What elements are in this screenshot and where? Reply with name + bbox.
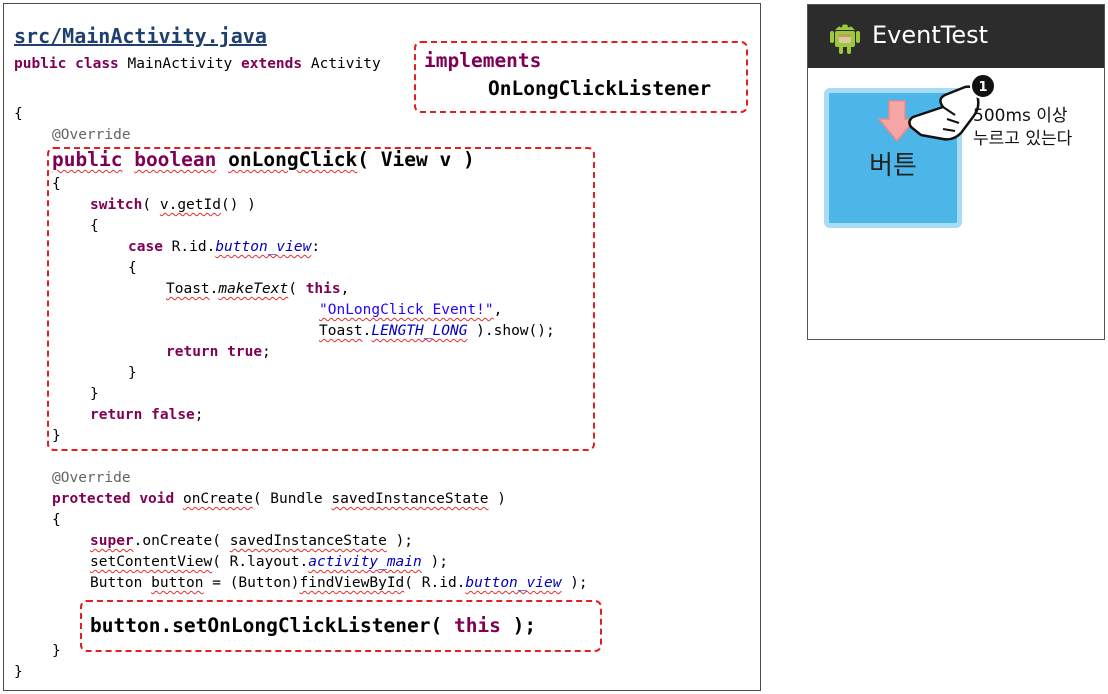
method-close-brace: }: [52, 428, 61, 444]
long-press-note: 500ms 이상 누르고 있는다: [973, 106, 1073, 149]
toast-call-line1: Toast.makeText( this,: [166, 281, 350, 297]
app-title: EventTest: [872, 21, 989, 49]
code-panel: src/MainActivity.java public class MainA…: [3, 3, 761, 691]
switch-statement: switch( v.getId() ): [90, 197, 256, 213]
set-listener-call: button.setOnLongClickListener( this );: [90, 614, 537, 637]
onlongclick-signature: public boolean onLongClick( View v ): [52, 148, 475, 171]
set-content-view: setContentView( R.layout.activity_main )…: [90, 554, 448, 570]
method-open-brace: {: [52, 176, 61, 192]
case-close-brace: }: [128, 365, 137, 381]
switch-open-brace: {: [90, 218, 99, 234]
step-number-badge: 1: [970, 73, 996, 99]
super-oncreate: super.onCreate( savedInstanceState );: [90, 533, 414, 549]
override-annotation-2: @Override: [52, 470, 131, 486]
return-true: return true;: [166, 344, 271, 360]
phone-screen: EventTest 버튼 1 500ms 이상 누르고 있는다: [807, 4, 1105, 340]
class-declaration: public class MainActivity extends Activi…: [14, 56, 381, 72]
oncreate-signature: protected void onCreate( Bundle savedIns…: [52, 491, 506, 507]
interface-name: OnLongClickListener: [488, 77, 712, 100]
file-path: src/MainActivity.java: [14, 24, 267, 48]
return-false: return false;: [90, 407, 204, 423]
class-close-brace: }: [14, 664, 23, 680]
toast-call-line3: Toast.LENGTH_LONG ).show();: [319, 323, 555, 339]
oncreate-open-brace: {: [52, 512, 61, 528]
toast-call-line2: "OnLongClick Event!",: [319, 302, 503, 318]
switch-close-brace: }: [90, 386, 99, 402]
class-open-brace: {: [14, 106, 23, 122]
implements-keyword: implements: [424, 49, 542, 72]
button-declaration: Button button = (Button)findViewById( R.…: [90, 575, 588, 591]
app-title-bar: EventTest: [808, 5, 1104, 68]
android-app-icon: [830, 24, 860, 54]
case-label: case R.id.button_view:: [128, 239, 321, 255]
override-annotation: @Override: [52, 127, 131, 143]
case-open-brace: {: [128, 260, 137, 276]
oncreate-close-brace: }: [52, 643, 61, 659]
